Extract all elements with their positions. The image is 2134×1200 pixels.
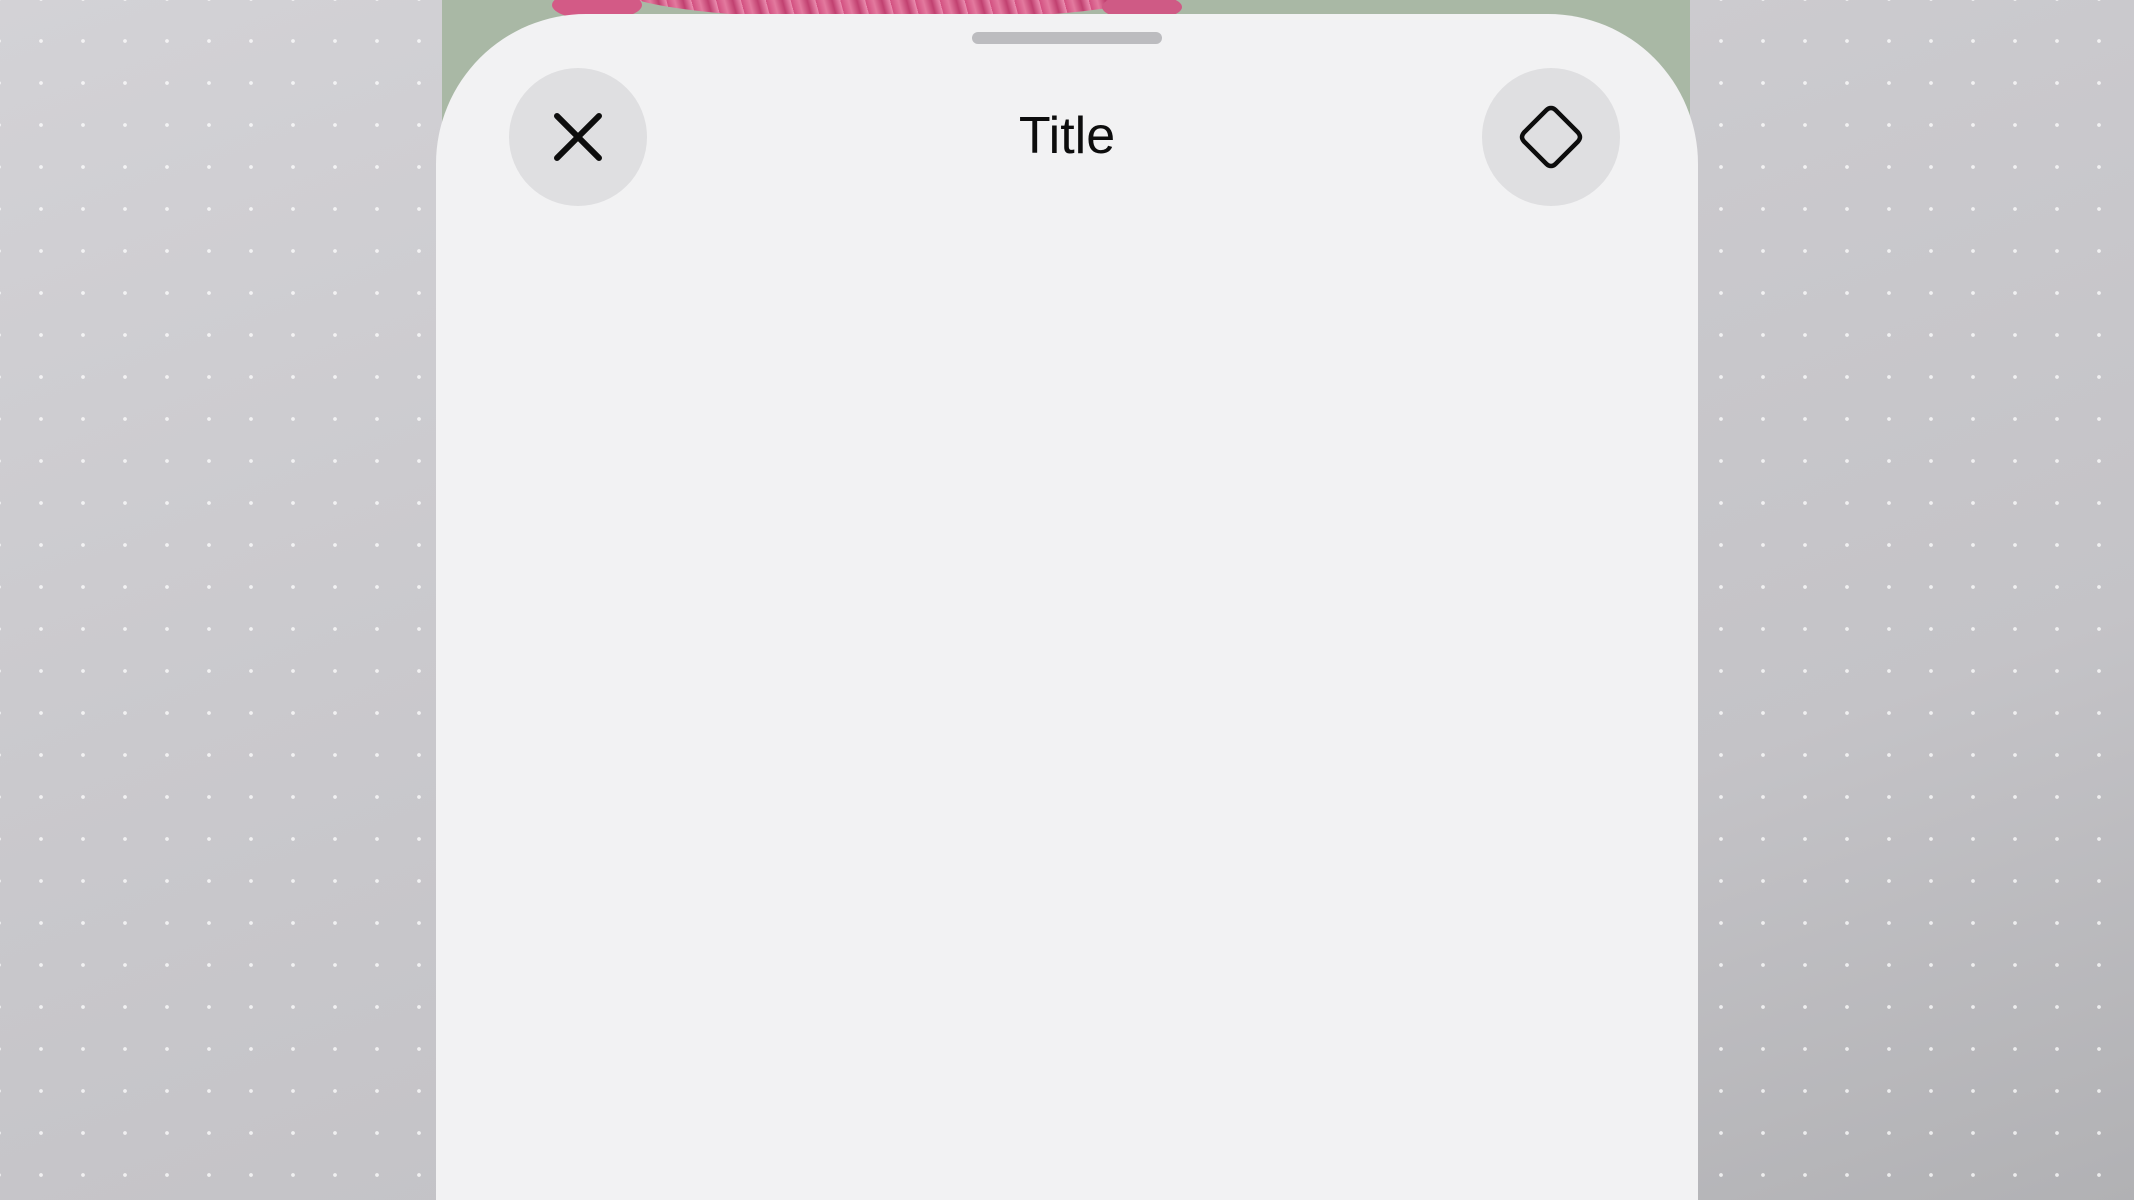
sheet-grabber[interactable]	[972, 32, 1162, 44]
modal-sheet: Title	[436, 14, 1698, 1200]
backdrop: Title	[0, 0, 2134, 1200]
diamond-button[interactable]	[1482, 68, 1620, 206]
diamond-icon	[1519, 105, 1583, 169]
